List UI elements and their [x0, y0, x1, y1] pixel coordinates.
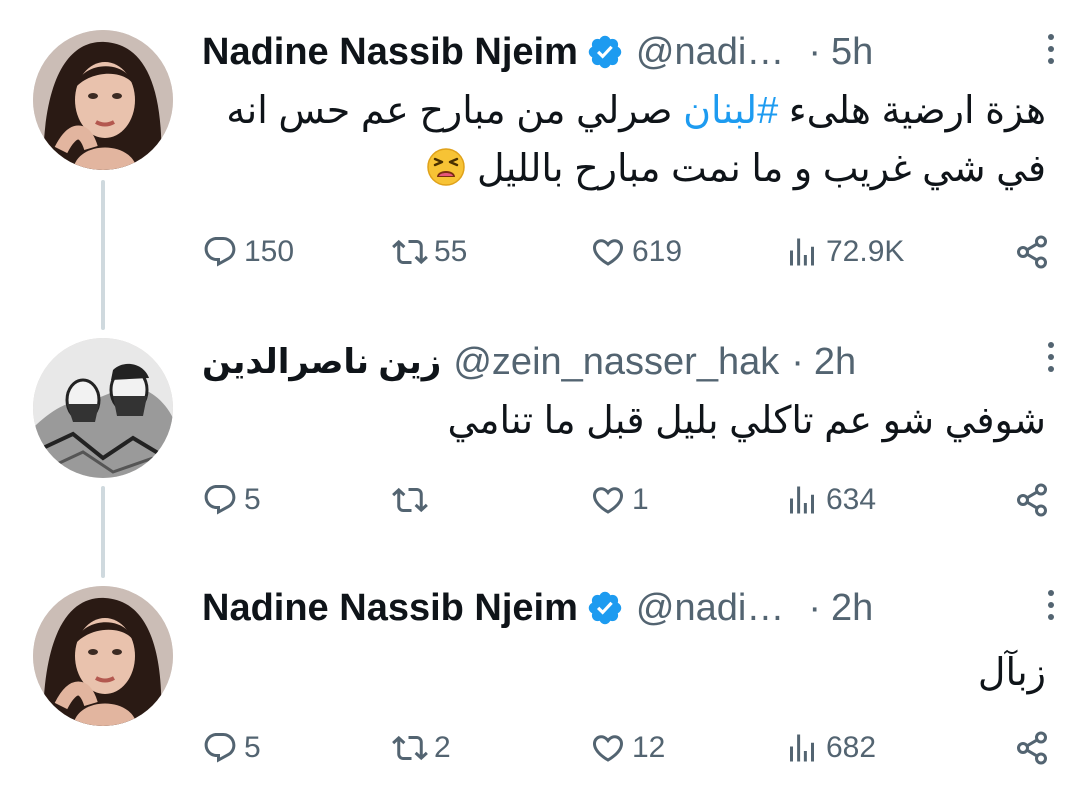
reply-count: 5: [244, 483, 261, 516]
share-icon: [1014, 730, 1050, 766]
tweet-text: شوفي شو عم تاكلي بليل قبل ما تنامي: [447, 400, 1046, 442]
hashtag-link[interactable]: #لبنان: [683, 90, 778, 132]
repost-count: 55: [434, 235, 468, 268]
verified-badge-icon[interactable]: [586, 589, 624, 627]
tweet-text-part: هزة ارضية هلىء: [778, 90, 1046, 132]
avatar-image: [33, 30, 173, 170]
share-button[interactable]: [1014, 726, 1050, 770]
avatar[interactable]: [33, 338, 173, 478]
tired-face-emoji: [426, 147, 466, 187]
more-icon[interactable]: [1044, 34, 1058, 68]
verified-badge-icon[interactable]: [586, 33, 624, 71]
reply-count: 5: [244, 731, 261, 764]
tweet-2[interactable]: زين ناصرالدين @zein_nasser_hak · 2h شوفي…: [0, 300, 1080, 560]
separator-dot: ·: [808, 586, 821, 629]
views-icon: [784, 730, 820, 766]
reply-icon: [202, 730, 238, 766]
author-name[interactable]: Nadine Nassib Njeim: [202, 31, 578, 74]
view-count: 634: [826, 483, 877, 516]
tweet-header: زين ناصرالدين @zein_nasser_hak · 2h: [202, 332, 1050, 392]
views-button[interactable]: 634: [784, 478, 876, 522]
heart-icon: [590, 234, 626, 270]
avatar-image: [33, 586, 173, 726]
author-handle[interactable]: @zein_nasser_hak: [453, 341, 779, 384]
repost-button[interactable]: [392, 478, 434, 522]
views-icon: [784, 234, 820, 270]
reply-count: 150: [244, 235, 295, 268]
action-bar: 5 1 634: [202, 478, 1050, 522]
share-icon: [1014, 482, 1050, 518]
heart-icon: [590, 482, 626, 518]
tweet-text: زبآل: [977, 652, 1046, 694]
views-button[interactable]: 72.9K: [784, 230, 904, 274]
tweet-header: Nadine Nassib Njeim @nadi… · 2h: [202, 578, 1050, 638]
tweet-header: Nadine Nassib Njeim @nadi… · 5h: [202, 22, 1050, 82]
like-count: 12: [632, 731, 666, 764]
view-count: 682: [826, 731, 877, 764]
like-button[interactable]: 1: [590, 478, 649, 522]
repost-button[interactable]: 55: [392, 230, 467, 274]
heart-icon: [590, 730, 626, 766]
repost-icon: [392, 730, 428, 766]
avatar[interactable]: [33, 586, 173, 726]
views-button[interactable]: 682: [784, 726, 876, 770]
like-count: 1: [632, 483, 649, 516]
like-button[interactable]: 12: [590, 726, 665, 770]
action-bar: 5 2 12 682: [202, 726, 1050, 770]
reply-button[interactable]: 5: [202, 478, 261, 522]
avatar-image: [33, 338, 173, 478]
author-name[interactable]: زين ناصرالدين: [202, 342, 441, 382]
views-icon: [784, 482, 820, 518]
reply-button[interactable]: 5: [202, 726, 261, 770]
share-button[interactable]: [1014, 230, 1050, 274]
tweet-1[interactable]: Nadine Nassib Njeim @nadi… · 5h هزة ارضي…: [0, 0, 1080, 300]
timestamp[interactable]: 5h: [831, 31, 873, 74]
action-bar: 150 55 619 72.9K: [202, 230, 1050, 274]
timestamp[interactable]: 2h: [831, 587, 873, 630]
author-name[interactable]: Nadine Nassib Njeim: [202, 587, 578, 630]
like-count: 619: [632, 235, 683, 268]
share-icon: [1014, 234, 1050, 270]
reply-icon: [202, 234, 238, 270]
tweet-text: هزة ارضية هلىء #لبنان صرلي من مبارح عم ح…: [202, 82, 1046, 198]
view-count: 72.9K: [826, 235, 905, 268]
repost-button[interactable]: 2: [392, 726, 451, 770]
author-handle[interactable]: @nadi…: [636, 31, 784, 74]
separator-dot: ·: [791, 340, 804, 383]
repost-count: 2: [434, 731, 451, 764]
repost-icon: [392, 234, 428, 270]
avatar[interactable]: [33, 30, 173, 170]
timestamp[interactable]: 2h: [814, 341, 856, 384]
more-icon[interactable]: [1044, 590, 1058, 624]
reply-icon: [202, 482, 238, 518]
tweet-3[interactable]: Nadine Nassib Njeim @nadi… · 2h زبآل 5 2…: [0, 560, 1080, 791]
share-button[interactable]: [1014, 478, 1050, 522]
like-button[interactable]: 619: [590, 230, 682, 274]
more-icon[interactable]: [1044, 342, 1058, 376]
reply-button[interactable]: 150: [202, 230, 294, 274]
author-handle[interactable]: @nadi…: [636, 587, 784, 630]
repost-icon: [392, 482, 428, 518]
separator-dot: ·: [808, 30, 821, 73]
